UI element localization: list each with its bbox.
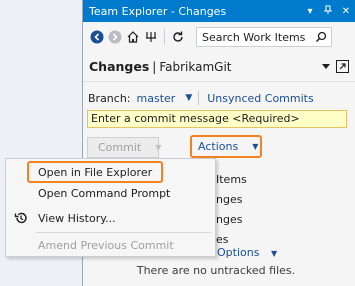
branch-divider bbox=[198, 91, 200, 105]
highlight-open-file-explorer bbox=[27, 161, 163, 183]
pin-icon[interactable] bbox=[319, 5, 337, 18]
panel-toolbar: Search Work Items bbox=[83, 22, 355, 52]
menu-item-open-command-prompt[interactable]: Open Command Prompt bbox=[6, 183, 215, 203]
close-icon[interactable]: ✕ bbox=[337, 6, 355, 17]
list-fragment: es bbox=[216, 233, 229, 246]
untracked-empty-message: There are no untracked files. bbox=[136, 264, 296, 277]
options-dropdown-icon: ▼ bbox=[270, 249, 278, 258]
search-icon[interactable] bbox=[311, 28, 331, 46]
commit-message-input[interactable]: Enter a commit message <Required> bbox=[87, 110, 347, 128]
panel-titlebar: Team Explorer - Changes ▾ ✕ bbox=[83, 0, 355, 22]
panel-title: Team Explorer - Changes bbox=[89, 4, 227, 18]
commit-dropdown-icon[interactable]: ▼ bbox=[155, 143, 161, 152]
unsynced-commits-link[interactable]: Unsynced Commits bbox=[207, 92, 313, 105]
list-fragment: nges bbox=[216, 193, 243, 206]
commit-button-label: Commit bbox=[98, 141, 142, 154]
view-history-label: View History... bbox=[38, 211, 116, 225]
list-fragment: nges bbox=[216, 213, 243, 226]
toolbar-separator bbox=[164, 29, 165, 45]
repo-name: FabrikamGit bbox=[159, 59, 232, 74]
dropdown-icon[interactable]: ▾ bbox=[301, 6, 319, 17]
search-placeholder: Search Work Items bbox=[202, 30, 306, 44]
page-header: Changes | FabrikamGit bbox=[83, 52, 355, 82]
menu-item-view-history[interactable]: View History... bbox=[6, 208, 215, 228]
back-icon[interactable] bbox=[89, 29, 105, 45]
commit-button[interactable]: Commit ▼ bbox=[87, 137, 161, 158]
search-work-items-input[interactable]: Search Work Items bbox=[196, 27, 332, 47]
actions-button-label: Actions bbox=[198, 140, 239, 153]
connect-icon[interactable] bbox=[143, 29, 159, 45]
options-label: Options bbox=[217, 246, 260, 259]
undock-icon[interactable] bbox=[336, 60, 349, 73]
home-icon[interactable] bbox=[125, 29, 141, 45]
history-icon bbox=[14, 211, 28, 225]
menu-item-amend-previous-commit: Amend Previous Commit bbox=[38, 238, 174, 252]
menu-separator bbox=[36, 232, 211, 233]
branch-selector[interactable]: master bbox=[137, 92, 176, 105]
chevron-down-icon[interactable] bbox=[322, 60, 330, 73]
header-separator: | bbox=[152, 59, 157, 74]
branch-row: Branch: master ▼ Unsynced Commits bbox=[88, 91, 314, 105]
list-fragment: Items bbox=[216, 173, 247, 186]
options-link[interactable]: Options ▼ bbox=[217, 246, 277, 259]
forward-icon[interactable] bbox=[107, 29, 123, 45]
branch-label: Branch: bbox=[88, 91, 131, 105]
refresh-icon[interactable] bbox=[170, 29, 186, 45]
actions-dropdown-icon: ▼ bbox=[252, 142, 259, 151]
actions-button[interactable]: Actions ▼ bbox=[190, 135, 262, 158]
branch-dropdown-icon[interactable]: ▼ bbox=[185, 93, 192, 103]
page-title: Changes bbox=[89, 59, 150, 74]
